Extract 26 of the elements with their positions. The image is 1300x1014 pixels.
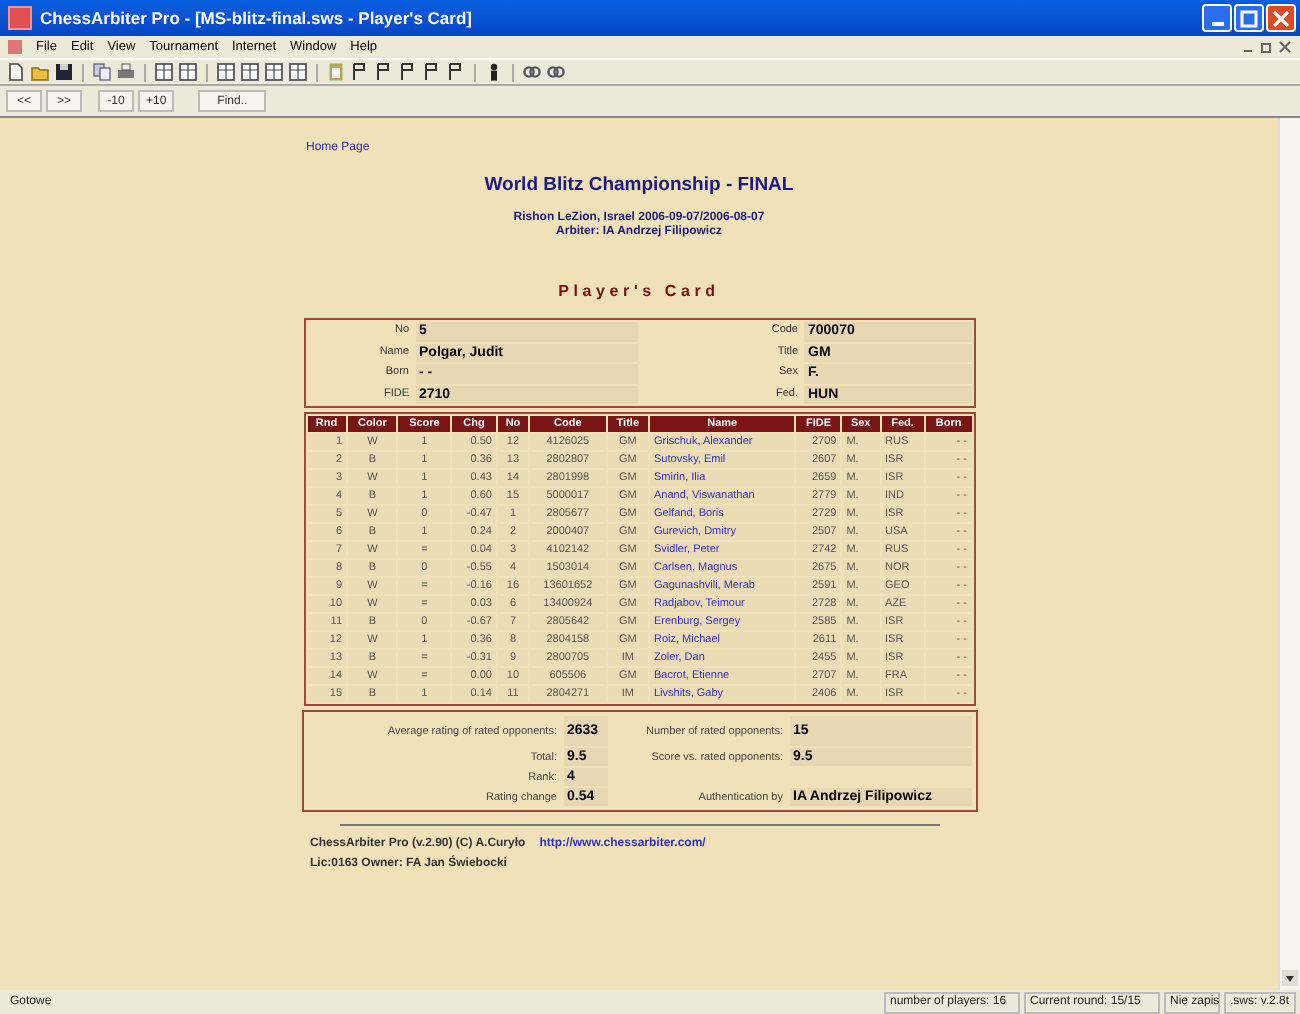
minimize-icon [1211,21,1223,25]
page-icon[interactable] [6,62,26,82]
printer-icon[interactable] [116,62,136,82]
tournament-title: World Blitz Championship - FINAL [484,174,794,196]
vertical-scrollbar[interactable] [1278,118,1300,990]
maximize-icon [1240,9,1258,27]
window-title: ChessArbiter Pro - [MS-blitz-final.sws - Player's Card] [40,8,474,28]
restore-icon[interactable] [1260,40,1274,54]
card-title: Player's Card [558,282,720,300]
app-icon [8,6,32,30]
flag-icon[interactable] [374,62,394,82]
close-icon[interactable] [1278,40,1292,54]
minimize-button[interactable] [1202,4,1232,32]
flag-icon[interactable] [350,62,370,82]
flag-icon[interactable] [446,62,466,82]
clipboard-icon[interactable] [326,62,346,82]
grid-icon[interactable] [264,62,284,82]
maximize-button[interactable] [1234,4,1264,32]
flag-icon[interactable] [398,62,418,82]
grid-icon[interactable] [240,62,260,82]
scroll-down-icon[interactable] [1282,970,1298,986]
close-button[interactable] [1266,4,1296,32]
copy-icon[interactable] [92,62,112,82]
table-icon[interactable] [288,62,308,82]
close-icon [1272,9,1290,27]
flag-icon[interactable] [422,62,442,82]
